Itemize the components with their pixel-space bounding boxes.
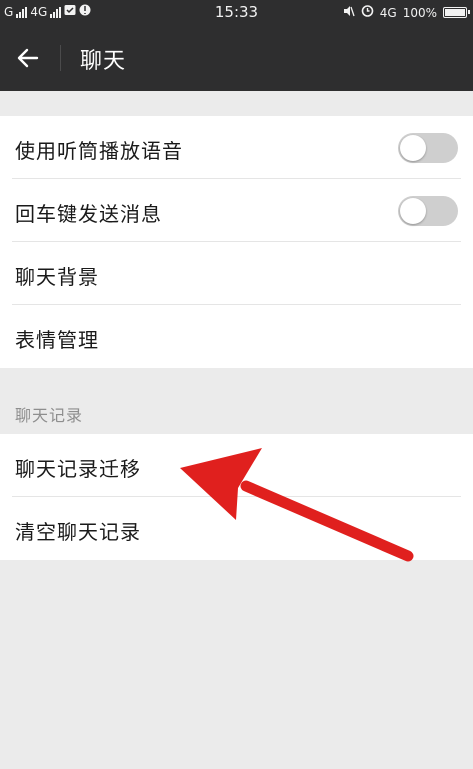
section-header-chat-history: 聊天记录 [15, 406, 84, 425]
enter-send-toggle[interactable] [398, 196, 458, 226]
setting-row-sticker-management[interactable]: 表情管理 [0, 305, 473, 368]
title-divider [60, 45, 61, 71]
settings-group: 使用听筒播放语音 回车键发送消息 聊天背景 表情管理 [0, 116, 473, 368]
setting-row-clear-history[interactable]: 清空聊天记录 [0, 497, 473, 560]
mute-icon [343, 5, 355, 21]
setting-row-earpiece[interactable]: 使用听筒播放语音 [0, 116, 473, 179]
page-title: 聊天 [80, 49, 127, 74]
screen: G 4G 15:33 4G 100% 聊天 使用听筒播放语音 回车键发送消息 聊… [0, 0, 473, 769]
setting-label: 聊天背景 [15, 265, 99, 289]
setting-row-chat-background[interactable]: 聊天背景 [0, 242, 473, 305]
setting-row-history-migrate[interactable]: 聊天记录迁移 [0, 434, 473, 497]
setting-label: 回车键发送消息 [15, 202, 162, 226]
toggle-knob [400, 135, 426, 161]
arrow-left-icon [17, 48, 39, 68]
title-bar: 聊天 [0, 25, 473, 91]
alarm-icon [361, 4, 374, 21]
battery-percent: 100% [402, 5, 437, 20]
setting-label: 清空聊天记录 [15, 520, 141, 544]
earpiece-toggle[interactable] [398, 133, 458, 163]
setting-label: 使用听筒播放语音 [15, 139, 183, 163]
status-right: 4G 100% [343, 4, 470, 21]
network-type: 4G [379, 5, 397, 20]
setting-row-enter-send[interactable]: 回车键发送消息 [0, 179, 473, 242]
back-button[interactable] [10, 40, 46, 76]
setting-label: 表情管理 [15, 328, 99, 352]
history-group: 聊天记录迁移 清空聊天记录 [0, 434, 473, 560]
status-bar: G 4G 15:33 4G 100% [0, 0, 473, 25]
setting-label: 聊天记录迁移 [15, 457, 141, 481]
toggle-knob [400, 198, 426, 224]
battery-icon [443, 7, 470, 18]
